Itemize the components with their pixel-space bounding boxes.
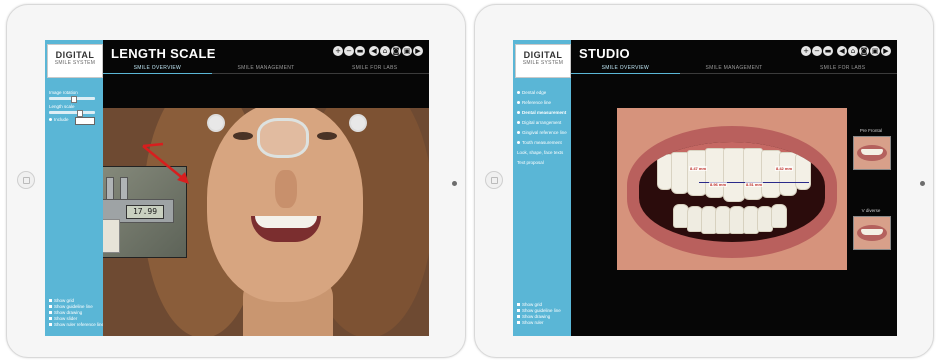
nose: [275, 170, 297, 208]
zoom-out-icon[interactable]: −: [812, 46, 822, 56]
app-screen-length-scale: DIGITAL SMILE SYSTEM Image rotation Leng…: [45, 40, 429, 336]
measurement-label: 8.47 mm: [689, 166, 708, 171]
sidebar: DIGITAL SMILE SYSTEM Dental edge Referen…: [513, 40, 571, 336]
thumbnail-label: Pre Frontal: [859, 128, 883, 133]
thumbnail-label: V diverse: [861, 208, 881, 213]
zoom-out-icon[interactable]: −: [344, 46, 354, 56]
caliper-reading: 17.99: [126, 205, 164, 219]
measuring-glasses: [257, 118, 309, 158]
tab-smile-for-labs[interactable]: SMILE FOR LABS: [788, 64, 897, 74]
camera-icon[interactable]: ◙: [391, 46, 401, 56]
tab-smile-overview[interactable]: SMILE OVERVIEW: [103, 64, 212, 74]
camera-icon[interactable]: ◙: [859, 46, 869, 56]
right-eye: [317, 132, 337, 140]
home-icon[interactable]: ⌂: [848, 46, 858, 56]
sidebar: DIGITAL SMILE SYSTEM Image rotation Leng…: [45, 40, 106, 336]
app-logo: DIGITAL SMILE SYSTEM: [515, 44, 571, 78]
bottom-item-ruler[interactable]: Show ruler: [517, 320, 544, 326]
ipad-right: DIGITAL SMILE SYSTEM Dental edge Referen…: [474, 4, 934, 358]
home-button[interactable]: [485, 171, 503, 189]
sidebar-item-length-scale: Length scale: [49, 104, 75, 109]
white-box: [103, 219, 120, 253]
measurement-label: 8.96 mm: [709, 182, 728, 187]
home-icon[interactable]: ⌂: [380, 46, 390, 56]
home-button[interactable]: [17, 171, 35, 189]
sidebar-item-gingival-reference[interactable]: Gingival reference line: [517, 130, 567, 136]
app-screen-studio: DIGITAL SMILE SYSTEM Dental edge Referen…: [513, 40, 897, 336]
tab-smile-overview[interactable]: SMILE OVERVIEW: [571, 64, 680, 74]
page-title: STUDIO: [579, 46, 630, 61]
save-icon[interactable]: ▣: [870, 46, 880, 56]
camera-dot: [920, 181, 925, 186]
trash-icon[interactable]: ▬: [823, 46, 833, 56]
back-icon[interactable]: ◀: [837, 46, 847, 56]
toolbar: + − ▬ ◀ ⌂ ◙ ▣ ▶: [801, 46, 891, 56]
sidebar-item-digital-arrangement[interactable]: Digital arrangement: [517, 120, 561, 126]
forward-icon[interactable]: ▶: [881, 46, 891, 56]
sidebar-item-text-proposal[interactable]: Text proposal: [517, 160, 544, 166]
tab-smile-management[interactable]: SMILE MANAGEMENT: [679, 64, 789, 74]
smile-closeup-photo: 8.47 mm 8.96 mm 8.51 mm 8.42 mm: [617, 108, 847, 270]
rotation-slider[interactable]: [49, 96, 95, 103]
length-slider[interactable]: [49, 110, 95, 117]
reference-marker-left: [207, 114, 225, 132]
length-value-input[interactable]: [75, 117, 95, 125]
forward-icon[interactable]: ▶: [413, 46, 423, 56]
trash-icon[interactable]: ▬: [355, 46, 365, 56]
tab-bar: SMILE OVERVIEW SMILE MANAGEMENT SMILE FO…: [571, 64, 897, 74]
ipad-left: DIGITAL SMILE SYSTEM Image rotation Leng…: [6, 4, 466, 358]
measurement-label: 8.42 mm: [775, 166, 794, 171]
sidebar-item-reference-line[interactable]: Reference line: [517, 100, 551, 106]
tab-bar: SMILE OVERVIEW SMILE MANAGEMENT SMILE FO…: [103, 64, 429, 74]
mouth-interior: 8.47 mm 8.96 mm 8.51 mm 8.42 mm: [639, 142, 825, 242]
measurement-label: 8.51 mm: [745, 182, 764, 187]
sidebar-item-dental-edge[interactable]: Dental edge: [517, 90, 546, 96]
thumbnail-v-diverse[interactable]: [853, 216, 891, 250]
tab-smile-management[interactable]: SMILE MANAGEMENT: [211, 64, 321, 74]
thumbnail-pre-frontal[interactable]: [853, 136, 891, 170]
toolbar: + − ▬ ◀ ⌂ ◙ ▣ ▶: [333, 46, 423, 56]
zoom-in-icon[interactable]: +: [801, 46, 811, 56]
logo-line1: DIGITAL: [55, 50, 95, 60]
logo-line2: SMILE SYSTEM: [54, 60, 96, 66]
back-icon[interactable]: ◀: [369, 46, 379, 56]
sidebar-item-look-shape[interactable]: Look, shape, face texts: [517, 150, 563, 156]
logo-line1: DIGITAL: [523, 50, 563, 60]
patient-photo: 17.99: [103, 108, 429, 336]
sidebar-item-include[interactable]: Include: [49, 117, 69, 123]
tab-smile-for-labs[interactable]: SMILE FOR LABS: [320, 64, 429, 74]
logo-line2: SMILE SYSTEM: [522, 60, 564, 66]
page-title: LENGTH SCALE: [111, 46, 216, 61]
sidebar-item-dental-measurement[interactable]: Dental measurement: [517, 110, 566, 116]
reference-marker-right: [349, 114, 367, 132]
red-arrow-icon: [142, 142, 189, 184]
bottom-item-ruler[interactable]: Show ruler reference lines: [49, 322, 106, 328]
camera-dot: [452, 181, 457, 186]
left-eye: [233, 132, 253, 140]
save-icon[interactable]: ▣: [402, 46, 412, 56]
sidebar-item-tooth-measurement[interactable]: Tooth measurement: [517, 140, 562, 146]
zoom-in-icon[interactable]: +: [333, 46, 343, 56]
app-logo: DIGITAL SMILE SYSTEM: [47, 44, 103, 78]
